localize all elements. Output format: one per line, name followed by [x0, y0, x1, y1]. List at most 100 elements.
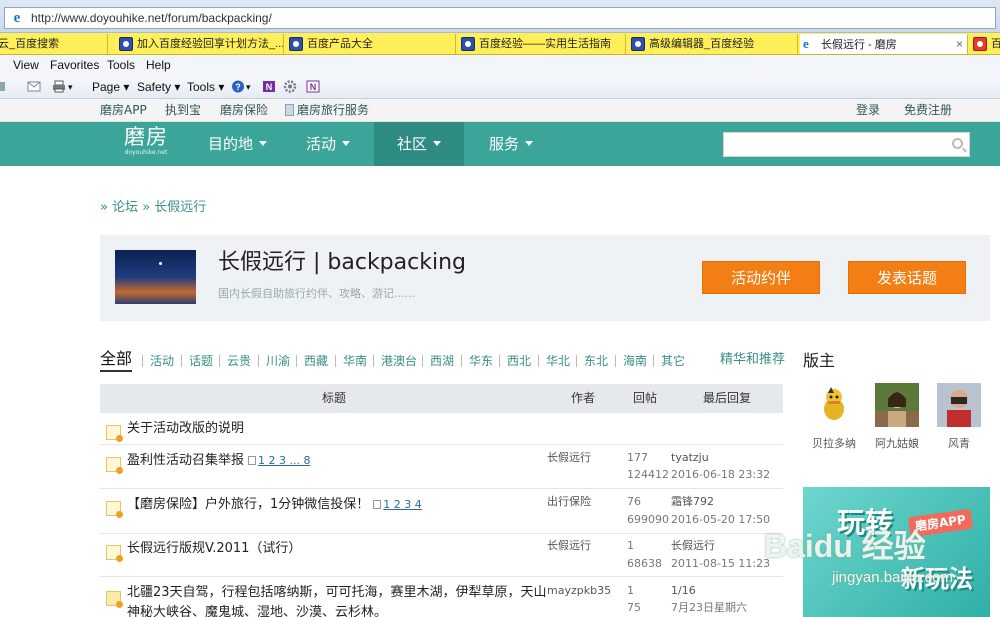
last-reply-user[interactable]: 1/16: [671, 584, 696, 598]
last-reply-time: 2016-06-18 23:32: [671, 468, 771, 481]
header-replies: 回帖: [633, 391, 658, 405]
address-text[interactable]: http://www.doyouhike.net/forum/backpacki…: [31, 11, 272, 25]
tab-category[interactable]: 西北: [507, 354, 531, 368]
tab-category[interactable]: 话题: [189, 354, 213, 368]
tab-category[interactable]: 港澳台: [381, 354, 417, 368]
activity-partner-button[interactable]: 活动约伴: [702, 261, 820, 294]
thread-title-line2[interactable]: 神秘大峡谷、魔鬼城、湿地、沙漠、云杉林。: [127, 604, 387, 617]
tab-category[interactable]: 东北: [584, 354, 608, 368]
tab-category[interactable]: 其它: [661, 354, 685, 368]
link-travel-service[interactable]: 磨房旅行服务: [285, 103, 369, 118]
avatar[interactable]: [937, 383, 981, 427]
thread-pages[interactable]: 1 2 3 ... 8: [258, 454, 310, 467]
search-icon[interactable]: [952, 138, 963, 149]
tab-category[interactable]: 云贵: [227, 354, 251, 368]
close-icon[interactable]: ×: [956, 34, 963, 54]
moderator[interactable]: 风青: [929, 383, 989, 451]
tab-baidu[interactable]: 百度: [970, 34, 1000, 54]
tab-advanced-editor[interactable]: 高级编辑器_百度经验: [628, 34, 798, 54]
thread-author[interactable]: 出行保险: [547, 495, 591, 509]
thread-author[interactable]: 长假远行: [547, 539, 591, 553]
last-reply-user[interactable]: 长假远行: [671, 539, 715, 553]
tab-active-doyouhike[interactable]: e 长假远行 - 磨房 ×: [800, 34, 968, 54]
thread-author[interactable]: mayzpkb35: [547, 584, 611, 598]
chevron-down-icon[interactable]: ▾: [246, 79, 251, 95]
thread-author[interactable]: 长假远行: [547, 451, 591, 465]
onenote-icon[interactable]: N: [306, 80, 320, 93]
thread-activity-icon: [106, 591, 123, 608]
moderator-name[interactable]: 风青: [929, 437, 989, 451]
post-topic-button[interactable]: 发表话题: [848, 261, 966, 294]
breadcrumb[interactable]: » 论坛 » 长假远行: [100, 200, 206, 216]
tab-category[interactable]: 华北: [546, 354, 570, 368]
link-register[interactable]: 免费注册: [904, 103, 952, 118]
thread-title[interactable]: 关于活动改版的说明: [127, 420, 244, 437]
link-login[interactable]: 登录: [856, 103, 880, 118]
menu-favorites[interactable]: Favorites: [50, 57, 99, 73]
page-menu[interactable]: Page ▾: [92, 79, 129, 95]
tab-baidu-search[interactable]: 云_百度搜索: [0, 34, 108, 54]
pages-icon: [248, 456, 257, 465]
pages-icon: [373, 500, 382, 509]
nav-destination[interactable]: 目的地: [208, 122, 268, 166]
chevron-down-icon[interactable]: ▾: [68, 79, 73, 95]
moderator-name[interactable]: 贝拉多纳: [804, 437, 864, 451]
link-zhidaobao[interactable]: 执到宝: [165, 103, 201, 118]
link-app[interactable]: 磨房APP: [100, 103, 147, 118]
tab-category[interactable]: 海南: [623, 354, 647, 368]
featured-link[interactable]: 精华和推荐: [720, 352, 785, 368]
tools-menu-label: Tools: [187, 80, 216, 94]
menu-view[interactable]: View: [13, 57, 39, 73]
tab-category[interactable]: 华南: [343, 354, 367, 368]
tab-all[interactable]: 全部: [100, 349, 133, 372]
tab-baidu-plan[interactable]: 加入百度经验回享计划方法_...: [116, 34, 284, 54]
safety-menu[interactable]: Safety ▾: [137, 79, 180, 95]
thread-pages[interactable]: 1 2 3 4: [383, 498, 421, 511]
tab-baidu-products[interactable]: 百度产品大全: [286, 34, 456, 54]
thread-title[interactable]: 北疆23天自驾，行程包括喀纳斯，可可托海，赛里木湖，伊犁草原，天山: [127, 584, 547, 601]
site-search-input[interactable]: [723, 132, 970, 157]
menu-help[interactable]: Help: [146, 57, 171, 73]
tab-category[interactable]: 西湖: [430, 354, 454, 368]
menu-tools[interactable]: Tools: [107, 57, 135, 73]
tab-category[interactable]: 川渝: [266, 354, 290, 368]
feeds-icon[interactable]: [0, 80, 14, 93]
tools-menu[interactable]: Tools ▾: [187, 79, 224, 95]
nav-community[interactable]: 社区: [374, 122, 464, 166]
table-row[interactable]: 长假远行版规V.2011（试行） 长假远行 1 68638 长假远行 2011-…: [100, 534, 783, 577]
tab-category[interactable]: 华东: [469, 354, 493, 368]
address-bar[interactable]: e http://www.doyouhike.net/forum/backpac…: [4, 7, 996, 29]
thread-title[interactable]: 【磨房保险】户外旅行，1分钟微信投保！: [127, 497, 369, 512]
divider: [538, 355, 539, 367]
moderator[interactable]: 贝拉多纳: [804, 383, 864, 451]
avatar[interactable]: [812, 383, 856, 427]
table-row[interactable]: 北疆23天自驾，行程包括喀纳斯，可可托海，赛里木湖，伊犁草原，天山 神秘大峡谷、…: [100, 577, 783, 617]
print-icon[interactable]: [52, 80, 66, 93]
tab-baidu-jingyan[interactable]: 百度经验——实用生活指南: [458, 34, 626, 54]
last-reply-user[interactable]: tyatzju: [671, 451, 709, 465]
last-reply-time: 7月23日星期六: [671, 601, 747, 614]
tab-category[interactable]: 西藏: [304, 354, 328, 368]
address-bar-row: e http://www.doyouhike.net/forum/backpac…: [0, 0, 1000, 33]
table-row[interactable]: 关于活动改版的说明: [100, 413, 783, 445]
link-insurance[interactable]: 磨房保险: [220, 103, 268, 118]
site-logo[interactable]: 磨房 doyouhike.net: [121, 125, 171, 161]
thread-replies: 1: [627, 584, 634, 597]
mail-icon[interactable]: [27, 80, 41, 93]
thread-title[interactable]: 长假远行版规V.2011（试行）: [127, 540, 301, 557]
settings-gear-icon[interactable]: [283, 80, 297, 93]
tab-category[interactable]: 活动: [150, 354, 174, 368]
table-row[interactable]: 【磨房保险】户外旅行，1分钟微信投保！ 1 2 3 4 出行保险 76 69909…: [100, 489, 783, 534]
moderator[interactable]: 阿九姑娘: [867, 383, 927, 451]
nav-service[interactable]: 服务: [489, 122, 534, 166]
moderator-name[interactable]: 阿九姑娘: [867, 437, 927, 451]
thread-title[interactable]: 盈利性活动召集举报: [127, 453, 244, 468]
last-reply-user[interactable]: 霜锋792: [671, 495, 714, 509]
divider: [461, 355, 462, 367]
nav-activity[interactable]: 活动: [306, 122, 351, 166]
avatar[interactable]: [875, 383, 919, 427]
baidu-paw-icon: [461, 37, 475, 51]
onenote-icon[interactable]: N: [262, 80, 276, 93]
help-icon[interactable]: ?: [231, 80, 245, 93]
table-row[interactable]: 盈利性活动召集举报 1 2 3 ... 8 长假远行 177 124412 tya…: [100, 445, 783, 489]
